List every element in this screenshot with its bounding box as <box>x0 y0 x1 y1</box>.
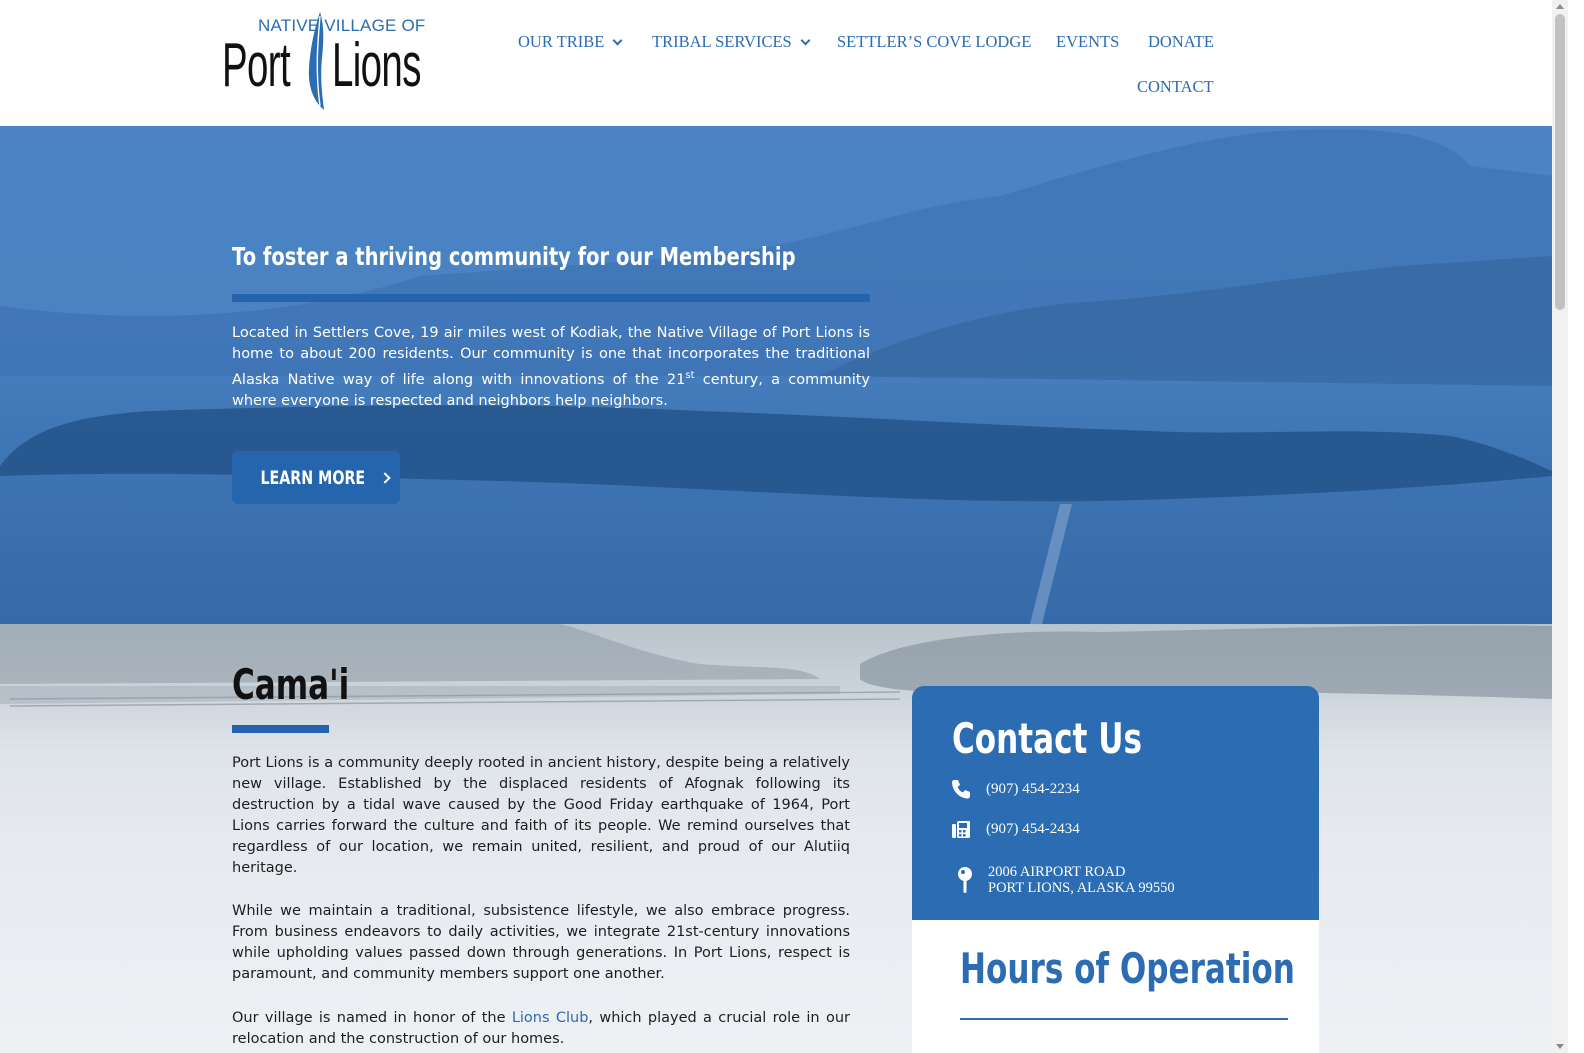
contact-title: Contact Us <box>952 714 1142 763</box>
nav-contact-label: CONTACT <box>1137 77 1214 96</box>
contact-card: Contact Us (907) 454-2234 (907) 454-2434… <box>912 686 1319 920</box>
nav-tribal-services-label: TRIBAL SERVICES <box>652 32 792 51</box>
main-nav: OUR TRIBE TRIBAL SERVICES SETTLER’S COVE… <box>502 28 1262 108</box>
phone-icon <box>952 780 970 799</box>
nav-our-tribe-label: OUR TRIBE <box>518 32 605 51</box>
nav-our-tribe[interactable]: OUR TRIBE <box>518 32 623 52</box>
nav-settlers-cove-lodge[interactable]: SETTLER’S COVE LODGE <box>837 32 1031 52</box>
camai-section: Cama'i Port Lions is a community deeply … <box>0 624 1552 1053</box>
chevron-down-icon <box>612 35 623 45</box>
hours-card: Hours of Operation <box>912 920 1319 1053</box>
lions-club-link[interactable]: Lions Club <box>512 1010 589 1026</box>
nav-tribal-services[interactable]: TRIBAL SERVICES <box>652 32 811 52</box>
logo-right-word: Lions <box>332 31 421 100</box>
chevron-down-icon <box>800 35 811 45</box>
hours-title: Hours of Operation <box>960 944 1295 993</box>
fax-icon <box>952 821 970 838</box>
logo-left-word: Port <box>222 31 291 100</box>
page-scrollbar[interactable] <box>1552 0 1568 1053</box>
camai-paragraph-3: Our village is named in honor of the Lio… <box>232 1008 850 1050</box>
hero-section: To foster a thriving community for our M… <box>0 126 1552 624</box>
contact-phone[interactable]: (907) 454-2234 <box>950 778 1080 800</box>
scroll-down-arrow-icon[interactable] <box>1556 1044 1564 1049</box>
nav-events[interactable]: EVENTS <box>1056 32 1119 52</box>
phone-number: (907) 454-2234 <box>986 780 1080 797</box>
camai-paragraph-1: Port Lions is a community deeply rooted … <box>232 755 850 876</box>
contact-fax[interactable]: (907) 454-2434 <box>950 818 1080 840</box>
hero-title: To foster a thriving community for our M… <box>232 242 796 271</box>
address-block: 2006 AIRPORT ROAD PORT LIONS, ALASKA 995… <box>988 864 1175 896</box>
nav-donate[interactable]: DONATE <box>1148 32 1214 52</box>
site-logo[interactable]: NATIVE VILLAGE OF Port Lions <box>222 10 425 112</box>
nav-donate-label: DONATE <box>1148 32 1214 51</box>
scroll-up-arrow-icon[interactable] <box>1556 4 1564 9</box>
nav-settlers-cove-lodge-label: SETTLER’S COVE LODGE <box>837 32 1032 51</box>
window-edge <box>1568 0 1584 1053</box>
camai-p3-text: Our village is named in honor of the <box>232 1010 512 1026</box>
camai-paragraph-2: While we maintain a traditional, subsist… <box>232 903 850 982</box>
learn-more-label: LEARN MORE <box>260 466 366 489</box>
hero-text-sup: st <box>685 370 695 381</box>
address-line-1: 2006 AIRPORT ROAD <box>988 864 1126 880</box>
scrollbar-thumb[interactable] <box>1555 14 1565 310</box>
feather-icon <box>308 12 324 110</box>
nav-events-label: EVENTS <box>1056 32 1120 51</box>
nav-contact[interactable]: CONTACT <box>1137 77 1214 97</box>
contact-address[interactable]: 2006 AIRPORT ROAD PORT LIONS, ALASKA 995… <box>956 864 1175 896</box>
map-pin-icon <box>958 867 972 893</box>
fax-number: (907) 454-2434 <box>986 820 1080 837</box>
address-line-2: PORT LIONS, ALASKA 99550 <box>988 880 1175 896</box>
hero-divider <box>232 294 870 302</box>
hours-divider <box>960 1018 1288 1020</box>
camai-title: Cama'i <box>232 660 350 709</box>
site-header: NATIVE VILLAGE OF Port Lions OUR TRIBE T… <box>0 0 1552 126</box>
learn-more-button[interactable]: LEARN MORE <box>232 451 400 504</box>
camai-divider <box>232 725 329 733</box>
chevron-right-icon <box>379 471 391 484</box>
hero-description: Located in Settlers Cove, 19 air miles w… <box>232 323 870 412</box>
